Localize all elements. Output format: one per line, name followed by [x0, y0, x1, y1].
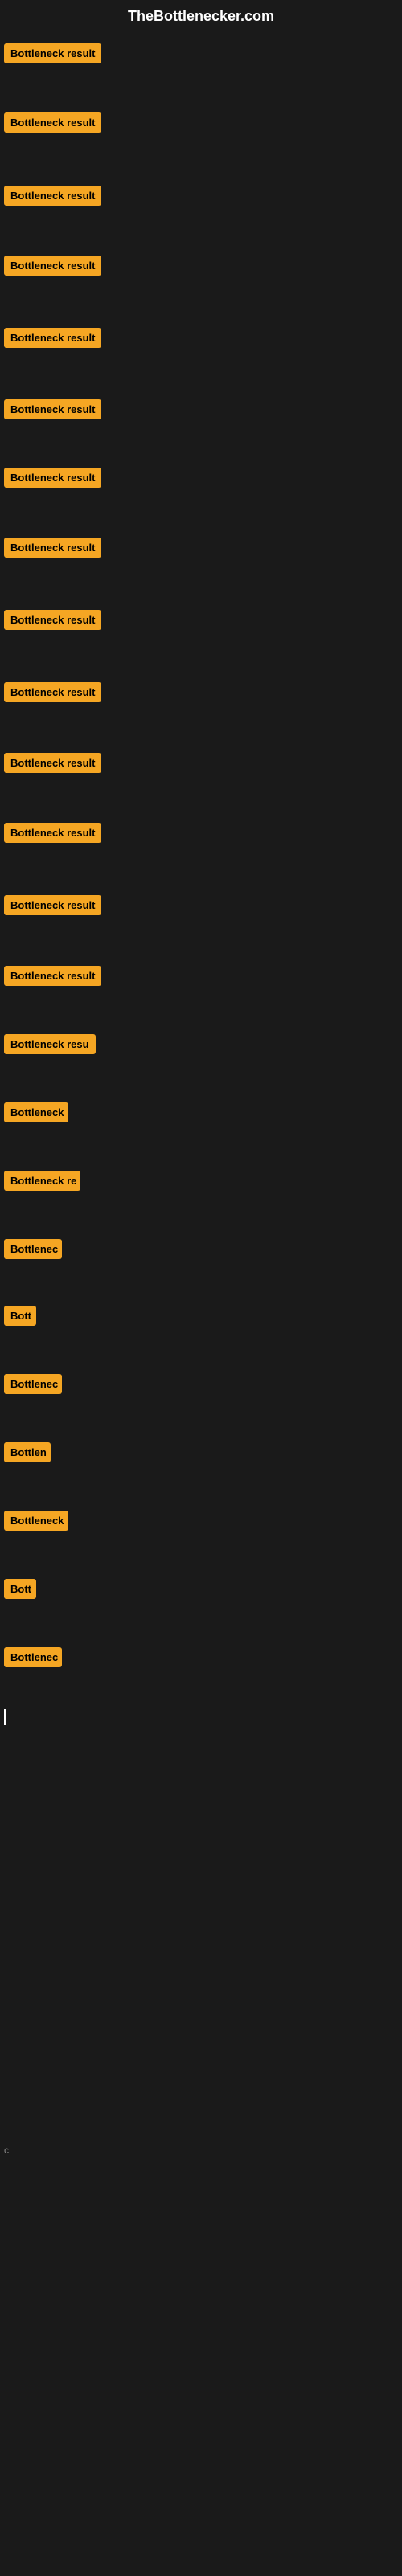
bottleneck-badge-8[interactable]: Bottleneck result — [4, 538, 101, 558]
result-row-16: Bottleneck — [0, 1096, 72, 1129]
bottleneck-badge-9[interactable]: Bottleneck result — [4, 610, 101, 630]
result-row-13: Bottleneck result — [0, 889, 105, 922]
bottleneck-badge-22[interactable]: Bottleneck — [4, 1511, 68, 1531]
result-row-19: Bott — [0, 1299, 40, 1332]
result-row-7: Bottleneck result — [0, 461, 105, 494]
small-bottom-label: c — [4, 2145, 9, 2156]
result-row-15: Bottleneck resu — [0, 1028, 100, 1061]
bottleneck-badge-23[interactable]: Bott — [4, 1579, 36, 1599]
bottleneck-badge-4[interactable]: Bottleneck result — [4, 256, 101, 276]
bottleneck-badge-16[interactable]: Bottleneck — [4, 1102, 68, 1122]
bottleneck-badge-10[interactable]: Bottleneck result — [4, 682, 101, 702]
result-row-11: Bottleneck result — [0, 746, 105, 779]
result-row-17: Bottleneck re — [0, 1164, 84, 1197]
result-row-1: Bottleneck result — [0, 37, 105, 70]
result-row-23: Bott — [0, 1572, 40, 1605]
result-row-3: Bottleneck result — [0, 179, 105, 212]
result-row-14: Bottleneck result — [0, 959, 105, 992]
bottleneck-badge-19[interactable]: Bott — [4, 1306, 36, 1326]
bottleneck-badge-21[interactable]: Bottlen — [4, 1442, 51, 1462]
bottleneck-badge-12[interactable]: Bottleneck result — [4, 823, 101, 843]
bottleneck-badge-3[interactable]: Bottleneck result — [4, 186, 101, 206]
result-row-4: Bottleneck result — [0, 249, 105, 282]
bottleneck-badge-1[interactable]: Bottleneck result — [4, 43, 101, 63]
result-row-5: Bottleneck result — [0, 321, 105, 354]
result-row-18: Bottlenec — [0, 1233, 66, 1266]
bottleneck-badge-20[interactable]: Bottlenec — [4, 1374, 62, 1394]
bottleneck-badge-24[interactable]: Bottlenec — [4, 1647, 62, 1667]
bottleneck-badge-18[interactable]: Bottlenec — [4, 1239, 62, 1259]
result-row-22: Bottleneck — [0, 1504, 72, 1537]
result-row-8: Bottleneck result — [0, 531, 105, 564]
bottleneck-badge-2[interactable]: Bottleneck result — [4, 112, 101, 133]
bottleneck-badge-17[interactable]: Bottleneck re — [4, 1171, 80, 1191]
bottleneck-badge-7[interactable]: Bottleneck result — [4, 468, 101, 488]
bottleneck-badge-11[interactable]: Bottleneck result — [4, 753, 101, 773]
bottleneck-badge-13[interactable]: Bottleneck result — [4, 895, 101, 915]
result-row-6: Bottleneck result — [0, 393, 105, 426]
bottleneck-badge-14[interactable]: Bottleneck result — [4, 966, 101, 986]
result-row-20: Bottlenec — [0, 1368, 66, 1400]
site-title: TheBottlenecker.com — [0, 0, 402, 37]
bottleneck-badge-15[interactable]: Bottleneck resu — [4, 1034, 96, 1054]
result-row-2: Bottleneck result — [0, 106, 105, 139]
result-row-12: Bottleneck result — [0, 816, 105, 849]
result-row-21: Bottlen — [0, 1436, 55, 1469]
result-row-24: Bottlenec — [0, 1641, 66, 1674]
text-cursor — [4, 1709, 6, 1725]
bottleneck-badge-5[interactable]: Bottleneck result — [4, 328, 101, 348]
bottleneck-badge-6[interactable]: Bottleneck result — [4, 399, 101, 419]
result-row-9: Bottleneck result — [0, 603, 105, 636]
result-row-10: Bottleneck result — [0, 676, 105, 709]
